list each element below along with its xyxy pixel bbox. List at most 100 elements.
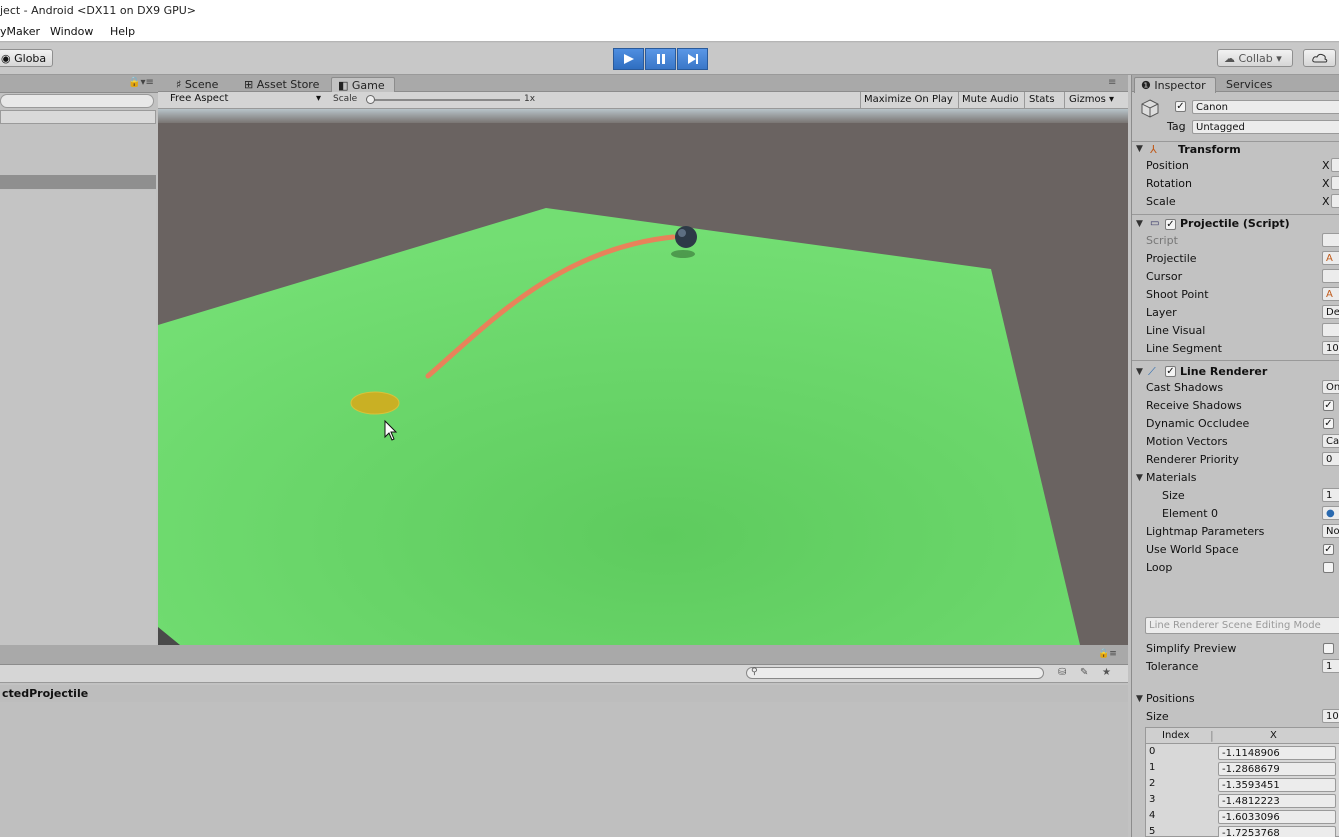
use-world-space-checkbox[interactable]: ✓ xyxy=(1323,544,1334,555)
tag-dropdown[interactable]: Untagged xyxy=(1192,120,1339,134)
position-x-value[interactable]: -1.3593451 xyxy=(1218,778,1336,792)
game-scene xyxy=(158,208,1080,645)
col-index: Index xyxy=(1162,730,1190,741)
position-x-field[interactable] xyxy=(1331,158,1339,172)
loop-checkbox[interactable] xyxy=(1323,562,1334,573)
table-row[interactable]: 4 -1.6033096 xyxy=(1146,809,1339,825)
line-visual-field[interactable] xyxy=(1322,323,1339,337)
position-x-value[interactable]: -1.2868679 xyxy=(1218,762,1336,776)
tab-game[interactable]: ◧ Game xyxy=(331,77,395,93)
simplify-preview-checkbox[interactable] xyxy=(1323,643,1334,654)
object-name-field[interactable]: Canon xyxy=(1192,100,1339,114)
pause-button[interactable] xyxy=(645,48,676,70)
menu-item-help[interactable]: Help xyxy=(110,25,135,38)
star-icon[interactable]: ★ xyxy=(1102,667,1111,678)
lock-icon[interactable]: 🔒≡ xyxy=(1098,649,1117,659)
materials-size-field[interactable]: 1 xyxy=(1322,488,1339,502)
step-button[interactable] xyxy=(677,48,708,70)
tab-services[interactable]: Services xyxy=(1220,77,1278,93)
table-row[interactable]: 1 -1.2868679 xyxy=(1146,761,1339,777)
receive-shadows-checkbox[interactable]: ✓ xyxy=(1323,400,1334,411)
hierarchy-list xyxy=(0,190,156,645)
script-field[interactable] xyxy=(1322,233,1339,247)
console-search-input[interactable] xyxy=(746,667,1044,679)
cannon-highlight xyxy=(678,229,686,237)
console-selected-item[interactable]: ctedProjectile xyxy=(0,685,1128,702)
rotation-x-field[interactable] xyxy=(1331,176,1339,190)
projectile-field[interactable]: A xyxy=(1322,251,1339,265)
collab-button[interactable]: ☁ Collab ▾ xyxy=(1217,49,1293,67)
scale-slider-thumb[interactable] xyxy=(366,95,375,104)
cursor-field[interactable] xyxy=(1322,269,1339,283)
active-checkbox[interactable]: ✓ xyxy=(1175,101,1186,112)
dynamic-occludee-checkbox[interactable]: ✓ xyxy=(1323,418,1334,429)
position-x-value[interactable]: -1.4812223 xyxy=(1218,794,1336,808)
rotation-label: Rotation xyxy=(1146,177,1193,190)
line-renderer-edit-mode-button[interactable]: Line Renderer Scene Editing Mode xyxy=(1145,617,1339,634)
lightmap-field[interactable]: No xyxy=(1322,524,1339,538)
stats-toggle[interactable]: Stats xyxy=(1024,92,1062,108)
positions-size-label: Size xyxy=(1146,710,1169,723)
target-marker xyxy=(350,391,400,415)
line-renderer-enabled-checkbox[interactable]: ✓ xyxy=(1165,366,1176,377)
menu-item-playmaker[interactable]: yMaker xyxy=(0,25,40,38)
foldout-arrow-icon[interactable]: ▼ xyxy=(1136,367,1143,377)
line-segment-field[interactable]: 10 xyxy=(1322,341,1339,355)
motion-vectors-dropdown[interactable]: Ca xyxy=(1322,434,1339,448)
tab-asset-store[interactable]: ⊞ Asset Store xyxy=(238,77,325,93)
filter-icon[interactable]: ⛁ xyxy=(1058,667,1066,678)
info-icon: ❶ xyxy=(1141,79,1155,92)
aspect-dropdown[interactable]: Free Aspect ▾ xyxy=(170,93,326,107)
projectile-enabled-checkbox[interactable]: ✓ xyxy=(1165,219,1176,230)
menu-item-window[interactable]: Window xyxy=(50,25,93,38)
tolerance-field[interactable]: 1 xyxy=(1322,659,1339,673)
cloud-button[interactable] xyxy=(1303,49,1336,67)
loop-label: Loop xyxy=(1146,561,1173,574)
tag-icon[interactable]: ✎ xyxy=(1080,667,1088,678)
cast-shadows-dropdown[interactable]: On xyxy=(1322,380,1339,394)
menu-bar: yMaker Window Help xyxy=(0,22,1339,42)
game-viewport[interactable] xyxy=(158,109,1128,645)
foldout-arrow-icon[interactable]: ▼ xyxy=(1136,694,1143,704)
hierarchy-tabbar: 🔒▾≡ xyxy=(0,75,158,93)
table-row[interactable]: 0 -1.1148906 xyxy=(1146,745,1339,761)
layers-dropdown[interactable]: ◉ Globa xyxy=(0,49,53,67)
hierarchy-scene-header[interactable] xyxy=(0,110,156,124)
scale-x-field[interactable] xyxy=(1331,194,1339,208)
hierarchy-search-input[interactable] xyxy=(0,94,154,108)
mute-audio-toggle[interactable]: Mute Audio xyxy=(958,92,1022,108)
use-world-space-label: Use World Space xyxy=(1146,543,1239,556)
cannon-ball xyxy=(675,226,697,248)
foldout-arrow-icon[interactable]: ▼ xyxy=(1136,473,1143,483)
layer-field[interactable]: De xyxy=(1322,305,1339,319)
table-row[interactable]: 5 -1.7253768 xyxy=(1146,825,1339,837)
foldout-arrow-icon[interactable]: ▼ xyxy=(1136,219,1143,229)
line-renderer-title: Line Renderer xyxy=(1180,365,1268,378)
shoot-point-field[interactable]: A xyxy=(1322,287,1339,301)
lock-icon[interactable]: 🔒▾≡ xyxy=(128,77,154,88)
tab-scene[interactable]: ♯ Scene xyxy=(170,77,224,93)
renderer-priority-field[interactable]: 0 xyxy=(1322,452,1339,466)
panel-menu-icon[interactable]: ≡ xyxy=(1108,77,1116,88)
maximize-on-play-toggle[interactable]: Maximize On Play xyxy=(860,92,957,108)
element0-field[interactable]: ● xyxy=(1322,506,1339,520)
table-row[interactable]: 3 -1.4812223 xyxy=(1146,793,1339,809)
foldout-arrow-icon[interactable]: ▼ xyxy=(1136,144,1143,154)
position-x-value[interactable]: -1.6033096 xyxy=(1218,810,1336,824)
tab-inspector[interactable]: ❶ Inspector xyxy=(1134,77,1216,93)
projectile-script-title: Projectile (Script) xyxy=(1180,217,1290,230)
inspector-panel: ❶ Inspector Services ✓ Canon Tag Untagge… xyxy=(1131,75,1339,837)
position-x-value[interactable]: -1.1148906 xyxy=(1218,746,1336,760)
row-index: 1 xyxy=(1149,762,1156,773)
table-row[interactable]: 2 -1.3593451 xyxy=(1146,777,1339,793)
hierarchy-selected-row[interactable] xyxy=(0,175,156,189)
position-x-value[interactable]: -1.7253768 xyxy=(1218,826,1336,837)
positions-size-field[interactable]: 10 xyxy=(1322,709,1339,723)
console-tabbar: 🔒≡ xyxy=(0,645,1128,665)
receive-shadows-label: Receive Shadows xyxy=(1146,399,1242,412)
scale-slider[interactable] xyxy=(370,99,520,101)
globe-icon: ◉ xyxy=(1,52,15,65)
chevron-down-icon: ▾ xyxy=(316,93,322,104)
play-button[interactable] xyxy=(613,48,644,70)
gizmos-dropdown[interactable]: Gizmos ▾ xyxy=(1064,92,1122,108)
